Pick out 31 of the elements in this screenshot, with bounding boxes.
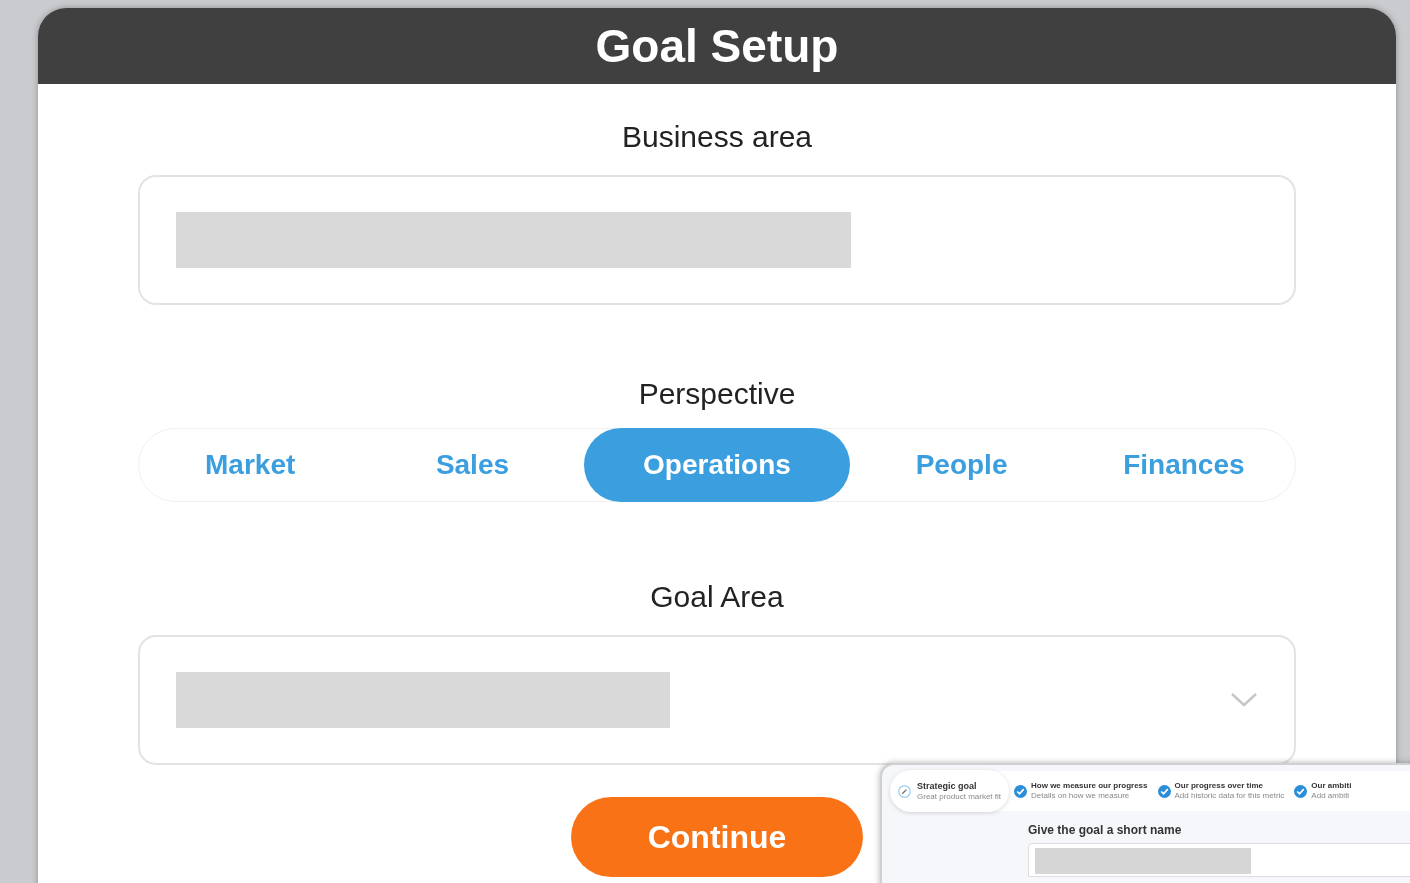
check-circle-icon	[1294, 784, 1308, 798]
continue-button[interactable]: Continue	[571, 797, 863, 877]
wizard-step[interactable]: How we measure our progress Details on how we measure	[1009, 782, 1153, 800]
step-title: Our progress over time	[1174, 782, 1264, 790]
field-label: Goal Area	[650, 579, 784, 615]
perspective-tab[interactable]: Operations	[583, 428, 851, 502]
step-subtitle: Great product market fit	[917, 792, 1002, 801]
pencil-circle-icon	[898, 784, 911, 798]
goal-name-field[interactable]	[1028, 843, 1410, 877]
step-title: How we measure our progress	[1031, 782, 1148, 790]
perspective-tab[interactable]: Finances	[1072, 428, 1295, 502]
window-title: Goal Setup	[595, 18, 839, 74]
step-title: Our ambiti	[1311, 782, 1352, 790]
step-subtitle: Add ambiti	[1311, 792, 1351, 800]
perspective-tab[interactable]: Market	[139, 428, 362, 502]
check-circle-icon	[1157, 784, 1171, 798]
wizard-step[interactable]: Our progress over time Add historic data for this metric	[1152, 782, 1290, 800]
check-circle-icon	[1014, 784, 1028, 798]
goal-area-dropdown[interactable]	[138, 635, 1296, 765]
perspective-tab[interactable]: Sales	[361, 428, 584, 502]
wizard-step[interactable]: Strategic goal Great product market fit	[890, 770, 1010, 812]
step-subtitle: Details on how we measure	[1031, 792, 1131, 800]
wizard-step[interactable]: Our ambiti Add ambiti	[1289, 782, 1357, 800]
perspective-tab[interactable]: People	[850, 428, 1073, 502]
field-label: Give the goal a short name	[1028, 822, 1183, 839]
business-area-field[interactable]	[138, 175, 1296, 305]
field-label: Perspective	[638, 376, 796, 412]
field-label: Business area	[621, 119, 813, 155]
chevron-down-icon	[1230, 692, 1258, 708]
step-subtitle: Add historic data for this metric	[1174, 792, 1285, 800]
step-title: Strategic goal	[917, 781, 978, 791]
